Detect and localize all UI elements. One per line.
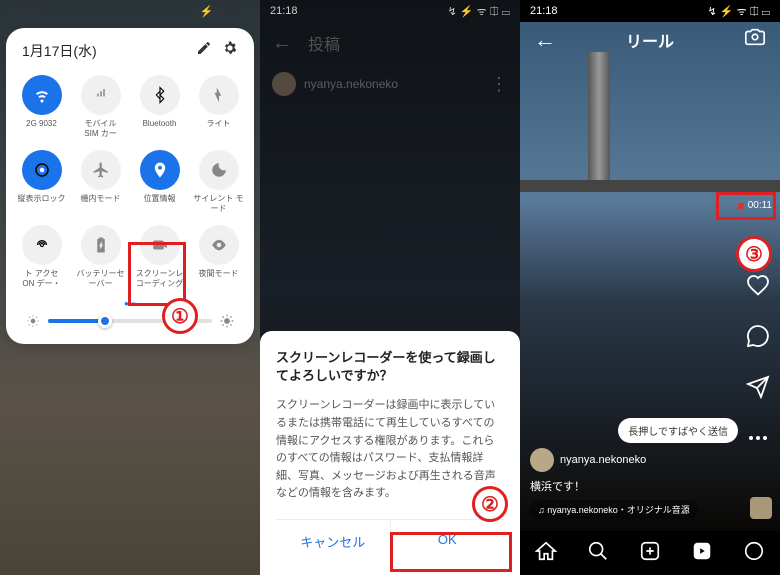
reels-header: ← リール [520, 26, 780, 53]
status-icons: ↯ ⚡ ᯤ ⎅ ▭ [188, 4, 250, 19]
battery-icon [81, 225, 121, 265]
hotspot-icon [22, 225, 62, 265]
audio-info[interactable]: ♫ nyanya.nekoneko・オリジナル音源 [530, 500, 698, 519]
tile-label: 機内モード [81, 194, 121, 204]
reels-info: nyanya.nekoneko 横浜です！ ♫ nyanya.nekoneko・… [530, 448, 730, 519]
record-icon [140, 225, 180, 265]
brightness-high-icon [220, 314, 234, 328]
screen-quick-settings: 21:18 ↯ ⚡ ᯤ ⎅ ▭ 1月17日(水) 2G 9032 モバイル SIM… [0, 0, 260, 575]
tile-label: 夜間モード [199, 269, 239, 279]
username[interactable]: nyanya.nekoneko [560, 454, 646, 466]
recording-timer: 00:11 [738, 200, 772, 211]
bridge-graphic [520, 62, 780, 202]
lock-icon [22, 150, 62, 190]
bt-icon [140, 75, 180, 115]
audio-thumbnail[interactable] [750, 497, 772, 519]
tile-label: ト アクセ ON デー・ [22, 269, 60, 288]
comment-button[interactable] [746, 324, 770, 353]
nav-profile[interactable] [743, 540, 765, 567]
reels-title: リール [626, 28, 674, 52]
dialog-buttons: キャンセル OK [276, 519, 504, 563]
more-button[interactable] [746, 426, 770, 455]
qs-tile-plane[interactable]: 機内モード [73, 146, 128, 217]
status-bar: 21:18 ↯ ⚡ ᯤ ⎅ ▭ [0, 0, 260, 22]
nav-create[interactable] [639, 540, 661, 567]
gear-icon[interactable] [222, 40, 238, 61]
mobile-icon [81, 75, 121, 115]
flash-icon [199, 75, 239, 115]
tile-label: 位置情報 [144, 194, 176, 204]
qs-tile-flash[interactable]: ライト [191, 71, 246, 142]
tile-label: モバイル SIM カー [84, 119, 116, 138]
qs-tile-lock[interactable]: 縦表示ロック [14, 146, 69, 217]
status-icons: ↯ ⚡ ᯤ ⎅ ▭ [708, 4, 770, 19]
brightness-slider[interactable] [14, 314, 246, 328]
dialog-body: スクリーンレコーダーは録画中に表示しているまたは携帯電話にて再生しているすべての… [276, 397, 504, 503]
ok-button[interactable]: OK [391, 520, 505, 563]
edit-icon[interactable] [196, 40, 212, 61]
quick-settings-panel: 1月17日(水) 2G 9032 モバイル SIM カー Bluetooth ライト縦… [6, 28, 254, 344]
status-bar: 21:18 ↯ ⚡ ᯤ ⎅ ▭ [520, 0, 780, 22]
qs-tile-mobile[interactable]: モバイル SIM カー [73, 71, 128, 142]
permission-dialog: スクリーンレコーダーを使って録画してよろしいですか？ スクリーンレコーダーは録画… [260, 331, 520, 575]
qs-tile-moon[interactable]: サイレント モ ード [191, 146, 246, 217]
qs-tile-bt[interactable]: Bluetooth [132, 71, 187, 142]
status-time: 21:18 [270, 5, 298, 17]
slider-track[interactable] [48, 319, 212, 323]
tile-label: スクリーンレ コーディング [136, 269, 184, 288]
tile-label: 2G 9032 [26, 119, 57, 129]
plane-icon [81, 150, 121, 190]
avatar[interactable] [530, 448, 554, 472]
qs-tile-loc[interactable]: 位置情報 [132, 146, 187, 217]
page-indicator: ● ○ [14, 293, 246, 314]
screen-reels: 21:18 ↯ ⚡ ᯤ ⎅ ▭ ← リール 00:11 長押しですばやく送信 n… [520, 0, 780, 575]
qs-header-actions [196, 40, 238, 61]
status-icons: ↯ ⚡ ᯤ ⎅ ▭ [448, 4, 510, 19]
qs-header: 1月17日(水) [14, 40, 246, 71]
brightness-low-icon [26, 314, 40, 328]
qs-tile-battery[interactable]: バッテリーセ ーバー [73, 221, 128, 292]
qs-date: 1月17日(水) [22, 41, 97, 61]
tile-label: サイレント モ ード [193, 194, 243, 213]
nav-reels[interactable] [691, 540, 713, 567]
tile-label: バッテリーセ ーバー [77, 269, 125, 288]
share-button[interactable] [746, 375, 770, 404]
nav-home[interactable] [535, 540, 557, 567]
status-time: 21:18 [530, 5, 558, 17]
qs-tile-record[interactable]: スクリーンレ コーディング [132, 221, 187, 292]
qs-tiles: 2G 9032 モバイル SIM カー Bluetooth ライト縦表示ロック 機内モー… [14, 71, 246, 293]
moon-icon [199, 150, 239, 190]
back-icon[interactable]: ← [534, 27, 556, 53]
status-bar: 21:18 ↯ ⚡ ᯤ ⎅ ▭ [260, 0, 520, 22]
qs-tile-wifi[interactable]: 2G 9032 [14, 71, 69, 142]
loc-icon [140, 150, 180, 190]
status-time: 21:18 [10, 5, 38, 17]
wifi-icon [22, 75, 62, 115]
dialog-title: スクリーンレコーダーを使って録画してよろしいですか？ [276, 349, 504, 385]
screen-dialog: 21:18 ↯ ⚡ ᯤ ⎅ ▭ ← 投稿 nyanya.nekoneko ⋮ ス… [260, 0, 520, 575]
timer-text: 00:11 [748, 200, 772, 211]
reels-user-row[interactable]: nyanya.nekoneko [530, 448, 730, 472]
like-button[interactable] [746, 273, 770, 302]
reels-actions [746, 273, 770, 455]
share-tooltip: 長押しですばやく送信 [618, 418, 738, 443]
tile-label: Bluetooth [143, 119, 177, 129]
caption: 横浜です！ [530, 478, 730, 494]
eye-icon [199, 225, 239, 265]
tile-label: 縦表示ロック [18, 194, 66, 204]
cancel-button[interactable]: キャンセル [276, 520, 391, 563]
rec-dot-icon [738, 203, 744, 209]
qs-tile-eye[interactable]: 夜間モード [191, 221, 246, 292]
bottom-nav [520, 531, 780, 575]
tile-label: ライト [207, 119, 231, 129]
nav-search[interactable] [587, 540, 609, 567]
camera-icon[interactable] [744, 26, 766, 53]
qs-tile-hotspot[interactable]: ト アクセ ON デー・ [14, 221, 69, 292]
